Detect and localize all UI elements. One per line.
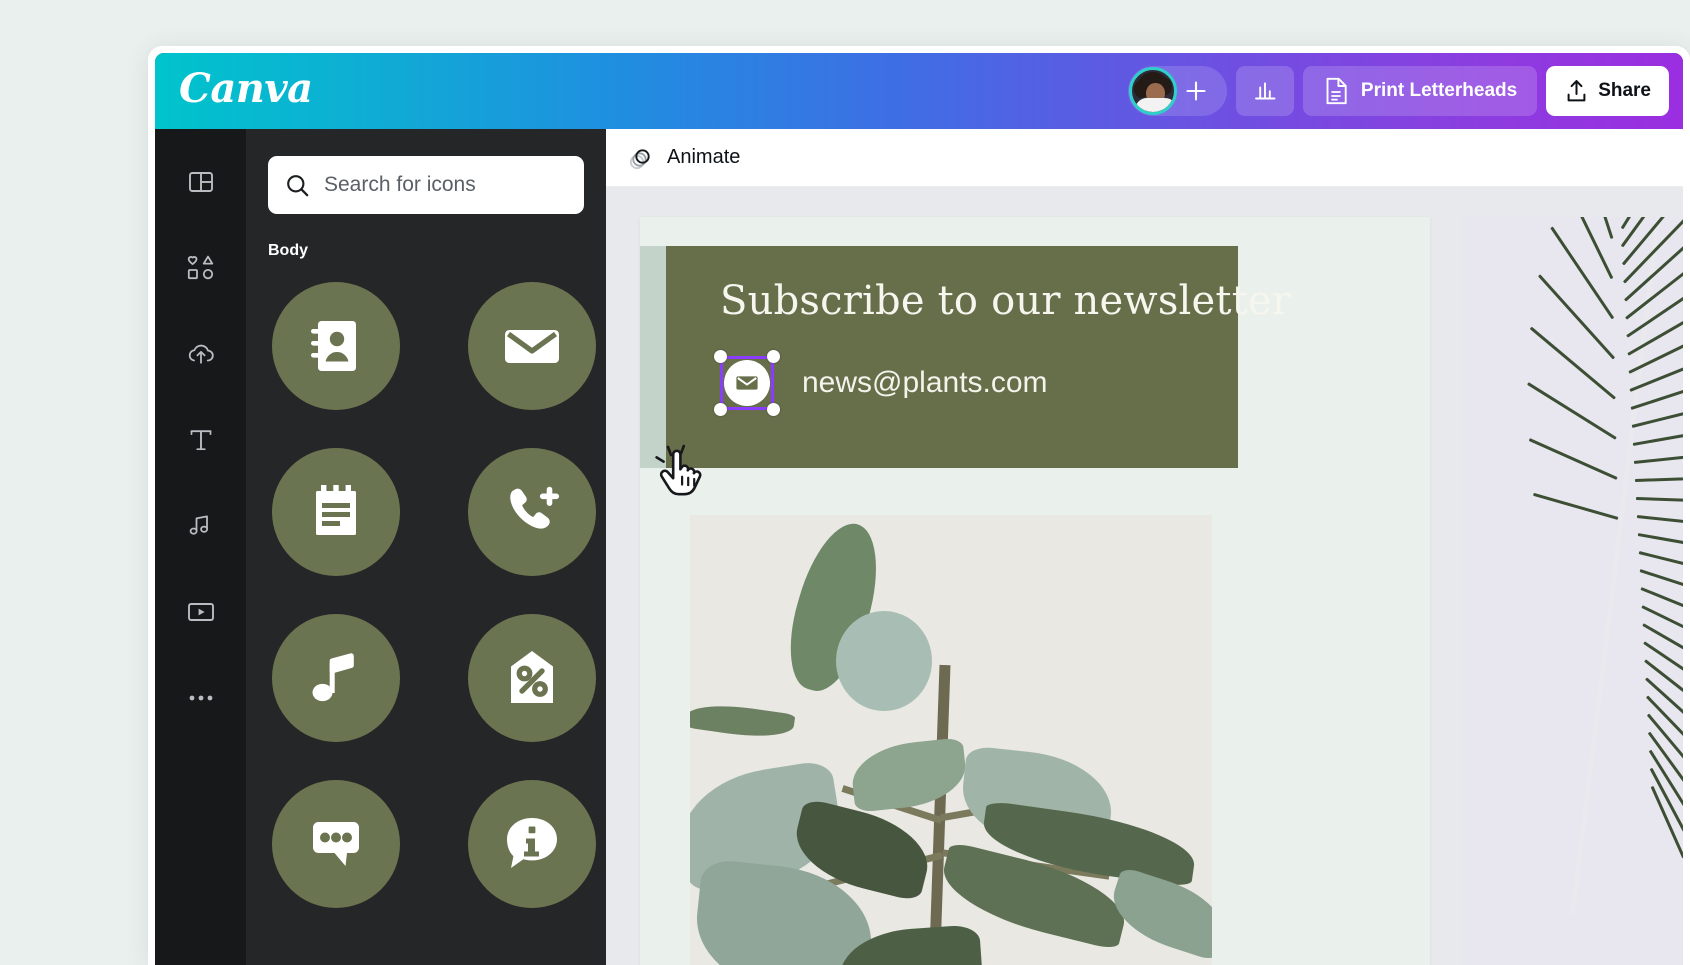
document-title-label: Print Letterheads [1360, 80, 1518, 101]
bar-chart-icon [1254, 82, 1276, 100]
discount-tag-icon [511, 651, 553, 703]
video-play-icon [187, 603, 214, 621]
chat-bubble-icon [313, 822, 359, 866]
icon-tile-chat-bubble[interactable] [272, 780, 400, 908]
icon-tile-music-note[interactable] [272, 614, 400, 742]
icon-tile-discount-tag[interactable] [468, 614, 596, 742]
resize-handle-top-right[interactable] [767, 350, 780, 363]
icon-tile-envelope[interactable] [468, 282, 596, 410]
document-title-button[interactable]: Print Letterheads [1302, 66, 1538, 116]
info-bubble-icon [507, 818, 557, 868]
sidebar-item-more[interactable] [172, 669, 230, 727]
sidebar-item-design[interactable] [172, 153, 230, 211]
music-note-icon [312, 653, 354, 702]
add-collaborator-button[interactable] [1173, 68, 1219, 114]
plant-leaf-mid-center [848, 737, 970, 813]
search-icon [287, 174, 309, 196]
canva-logo[interactable]: Canva [179, 69, 313, 113]
sidebar-item-text[interactable] [172, 411, 230, 469]
music-notes-icon [189, 515, 208, 535]
animate-label: Animate [667, 146, 741, 168]
icon-tile-phone-add[interactable] [468, 448, 596, 576]
document-icon [1326, 77, 1347, 105]
app-body: Search for icons Body Animate Subscribe … [155, 129, 1683, 965]
newsletter-banner[interactable]: Subscribe to our newsletter news@plants.… [666, 246, 1291, 468]
more-dots-icon [189, 695, 212, 701]
search-input[interactable]: Search for icons [268, 156, 584, 214]
phone-add-icon [510, 486, 560, 529]
icons-panel: Search for icons Body [246, 129, 606, 965]
icon-grid [268, 282, 596, 908]
resize-handle-bottom-left[interactable] [714, 403, 727, 416]
cloud-upload-icon [188, 344, 214, 364]
icon-tile-notepad[interactable] [272, 448, 400, 576]
avatar-add-group [1127, 66, 1227, 116]
resize-handle-top-left[interactable] [714, 350, 727, 363]
plant-leaf-top-round [836, 611, 932, 711]
panel-section-heading: Body [268, 242, 308, 259]
canvas-workspace[interactable]: Subscribe to our newsletter news@plants.… [606, 187, 1683, 965]
selected-envelope-element[interactable] [714, 350, 780, 416]
sidebar-item-uploads[interactable] [172, 325, 230, 383]
frond-blades [1462, 217, 1683, 965]
editor-area: Animate Subscribe to our newsletter news… [606, 129, 1683, 965]
design-page-2[interactable] [1462, 217, 1683, 965]
animate-circles-icon [629, 148, 650, 169]
insights-button[interactable] [1235, 66, 1294, 116]
plant-leaf-left-thin [690, 699, 796, 743]
left-rail [155, 129, 246, 965]
avatar-shirt [1134, 98, 1174, 112]
layout-templates-icon [188, 172, 213, 192]
contact-book-icon [311, 321, 356, 371]
icon-tile-contact-book[interactable] [272, 282, 400, 410]
plant-leaf-right-edge [1103, 866, 1212, 962]
shapes-elements-icon [187, 255, 213, 280]
app-inner: Canva Print Letterheads Share Search for… [155, 53, 1683, 965]
animate-button[interactable]: Animate [628, 145, 740, 171]
share-label: Share [1598, 80, 1651, 101]
avatar[interactable] [1128, 67, 1177, 115]
newsletter-title[interactable]: Subscribe to our newsletter [720, 278, 1291, 324]
plus-icon [1186, 81, 1206, 101]
text-t-icon [190, 430, 211, 451]
selection-box [720, 356, 774, 410]
topbar-actions: Print Letterheads Share [1127, 66, 1669, 116]
sidebar-item-videos[interactable] [172, 583, 230, 641]
animate-toolbar: Animate [606, 129, 1683, 187]
banner-accent-bar [640, 246, 666, 468]
email-row: news@plants.com [714, 350, 1048, 416]
icon-tile-info-bubble[interactable] [468, 780, 596, 908]
sidebar-item-elements[interactable] [172, 239, 230, 297]
sidebar-item-audio[interactable] [172, 497, 230, 555]
canva-app-window: Canva Print Letterheads Share Search for… [148, 46, 1690, 965]
share-upload-icon [1567, 80, 1586, 102]
top-brand-bar: Canva Print Letterheads Share [155, 53, 1683, 129]
palm-frond-photo [1462, 217, 1683, 965]
rubber-plant-photo[interactable] [690, 515, 1212, 965]
design-page-1[interactable]: Subscribe to our newsletter news@plants.… [640, 217, 1430, 965]
search-placeholder: Search for icons [324, 173, 476, 196]
resize-handle-bottom-right[interactable] [767, 403, 780, 416]
share-button[interactable]: Share [1546, 66, 1669, 116]
email-address-text[interactable]: news@plants.com [802, 366, 1048, 400]
notepad-icon [316, 485, 356, 535]
envelope-icon [505, 330, 559, 363]
